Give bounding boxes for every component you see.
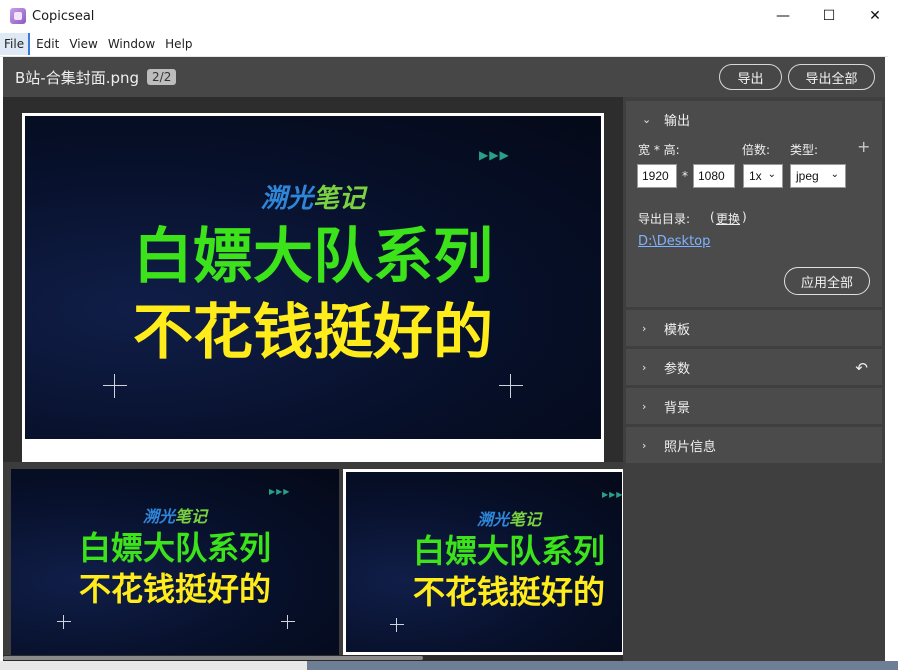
- height-input[interactable]: 1080: [693, 164, 735, 188]
- thumb-title-line-1: 白嫖大队系列: [412, 532, 605, 570]
- size-times-symbol: *: [682, 169, 688, 183]
- add-icon[interactable]: +: [857, 137, 870, 156]
- change-dir-link[interactable]: 更换: [716, 210, 740, 227]
- file-header: B站-合集封面.png 2/2 导出 导出全部: [3, 57, 885, 97]
- size-label: 宽 * 高:: [638, 143, 680, 157]
- menu-help[interactable]: Help: [161, 33, 196, 55]
- type-value: jpeg: [796, 169, 819, 183]
- thumb-brand-a: 溯光: [476, 510, 509, 529]
- thumb-brand-b: 笔记: [509, 510, 542, 529]
- chevron-down-icon: ⌄: [767, 169, 776, 180]
- cover-arrows-icon: ▶▶▶: [479, 148, 510, 162]
- thumb-brand: 溯光笔记: [11, 503, 339, 527]
- scale-select[interactable]: 1x ⌄: [743, 164, 783, 188]
- thumbnail-image: 溯光笔记 白嫖大队系列 不花钱挺好的 ▶▶▶: [346, 472, 622, 652]
- apply-all-button[interactable]: 应用全部: [784, 267, 870, 295]
- menu-bar: File Edit View Window Help: [0, 32, 888, 57]
- app-icon: [10, 8, 26, 24]
- section-template-title: 模板: [664, 323, 691, 338]
- menu-file[interactable]: File: [0, 33, 31, 55]
- preview-frame[interactable]: 溯光笔记 白嫖大队系列 不花钱挺好的 ▶▶▶: [22, 113, 604, 462]
- export-button[interactable]: 导出: [719, 64, 782, 90]
- chevron-right-icon: ›: [642, 322, 647, 335]
- export-dir-path[interactable]: D:\Desktop: [638, 234, 710, 249]
- change-dir-paren-close: ): [742, 210, 747, 224]
- desktop-edge-dark: [307, 661, 898, 670]
- section-background-header[interactable]: › 背景: [626, 388, 882, 425]
- thumb-brand: 溯光笔记: [346, 506, 622, 530]
- cover-crosshair-icon: [103, 374, 127, 398]
- scale-label: 倍数:: [742, 143, 771, 157]
- cover-image: 溯光笔记 白嫖大队系列 不花钱挺好的 ▶▶▶: [25, 116, 601, 439]
- thumbnail-1[interactable]: 溯光笔记 白嫖大队系列 不花钱挺好的 ▶▶▶: [11, 469, 339, 655]
- export-dir-label: 导出目录:: [638, 212, 691, 226]
- thumb-crosshair-icon: [57, 615, 71, 629]
- section-background[interactable]: › 背景: [626, 388, 882, 424]
- thumb-arrows-icon: ▶▶▶: [602, 490, 622, 499]
- title-bar: Copicseal — ☐ ✕: [0, 0, 898, 32]
- cover-brand-b: 笔记: [313, 184, 366, 214]
- type-select[interactable]: jpeg ⌄: [790, 164, 846, 188]
- menu-view[interactable]: View: [65, 33, 101, 55]
- cover-title-line-1: 白嫖大队系列: [133, 222, 493, 292]
- minimize-button[interactable]: —: [760, 0, 806, 32]
- cover-brand-a: 溯光: [260, 184, 313, 214]
- scale-value: 1x: [749, 169, 762, 183]
- cover-crosshair-icon: [499, 374, 523, 398]
- menu-edit[interactable]: Edit: [32, 33, 63, 55]
- thumbnail-strip: 溯光笔记 白嫖大队系列 不花钱挺好的 ▶▶▶ 溯光笔记 白嫖大队系列 不花钱挺好…: [3, 462, 623, 660]
- thumb-crosshair-icon: [390, 618, 404, 632]
- thumb-arrows-icon: ▶▶▶: [269, 487, 291, 496]
- change-dir-paren-open: (: [710, 210, 715, 224]
- chevron-right-icon: ›: [642, 400, 647, 413]
- window-controls: — ☐ ✕: [760, 0, 898, 32]
- thumb-brand-b: 笔记: [175, 507, 208, 526]
- scrollbar-thumb[interactable]: [3, 656, 423, 660]
- cover-brand: 溯光笔记: [25, 178, 601, 215]
- maximize-button[interactable]: ☐: [806, 0, 852, 32]
- thumb-title-line-2: 不花钱挺好的: [412, 573, 605, 611]
- section-photo-info[interactable]: › 照片信息: [626, 427, 882, 463]
- section-photo-info-title: 照片信息: [664, 440, 717, 455]
- thumbnail-image: 溯光笔记 白嫖大队系列 不花钱挺好的 ▶▶▶: [11, 469, 339, 655]
- file-name: B站-合集封面.png: [15, 68, 140, 87]
- section-params-header[interactable]: › 参数 ↶: [626, 349, 882, 386]
- close-button[interactable]: ✕: [852, 0, 898, 32]
- section-output-title: 输出: [664, 114, 691, 129]
- preview-area: 溯光笔记 白嫖大队系列 不花钱挺好的 ▶▶▶: [3, 97, 623, 467]
- chevron-down-icon: ⌄: [830, 169, 839, 180]
- thumb-title-line-1: 白嫖大队系列: [78, 529, 271, 567]
- desktop-edge: [0, 661, 898, 670]
- section-output-header[interactable]: ⌄ 输出: [626, 101, 882, 138]
- chevron-down-icon: ⌄: [642, 113, 652, 126]
- thumb-title-line-2: 不花钱挺好的: [78, 570, 271, 608]
- section-params-title: 参数: [664, 362, 691, 377]
- section-background-title: 背景: [664, 401, 691, 416]
- undo-icon[interactable]: ↶: [855, 359, 868, 377]
- settings-panel: ⌄ 输出 宽 * 高: 倍数: 类型: + 1920 * 1080 1x ⌄ j…: [623, 97, 885, 661]
- width-input[interactable]: 1920: [637, 164, 677, 188]
- type-label: 类型:: [790, 143, 819, 157]
- thumbnail-2-selected[interactable]: 溯光笔记 白嫖大队系列 不花钱挺好的 ▶▶▶: [343, 469, 623, 655]
- chevron-right-icon: ›: [642, 361, 647, 374]
- chevron-right-icon: ›: [642, 439, 647, 452]
- section-template-header[interactable]: › 模板: [626, 310, 882, 347]
- file-count-badge: 2/2: [147, 69, 177, 85]
- menu-window[interactable]: Window: [104, 33, 159, 55]
- thumb-crosshair-icon: [281, 615, 295, 629]
- section-photo-info-header[interactable]: › 照片信息: [626, 427, 882, 464]
- section-output: ⌄ 输出 宽 * 高: 倍数: 类型: + 1920 * 1080 1x ⌄ j…: [626, 101, 882, 307]
- section-params[interactable]: › 参数 ↶: [626, 349, 882, 385]
- window-title: Copicseal: [32, 8, 95, 24]
- section-template[interactable]: › 模板: [626, 310, 882, 346]
- cover-title-line-2: 不花钱挺好的: [133, 298, 493, 368]
- export-all-button[interactable]: 导出全部: [788, 64, 875, 90]
- thumb-brand-a: 溯光: [142, 507, 175, 526]
